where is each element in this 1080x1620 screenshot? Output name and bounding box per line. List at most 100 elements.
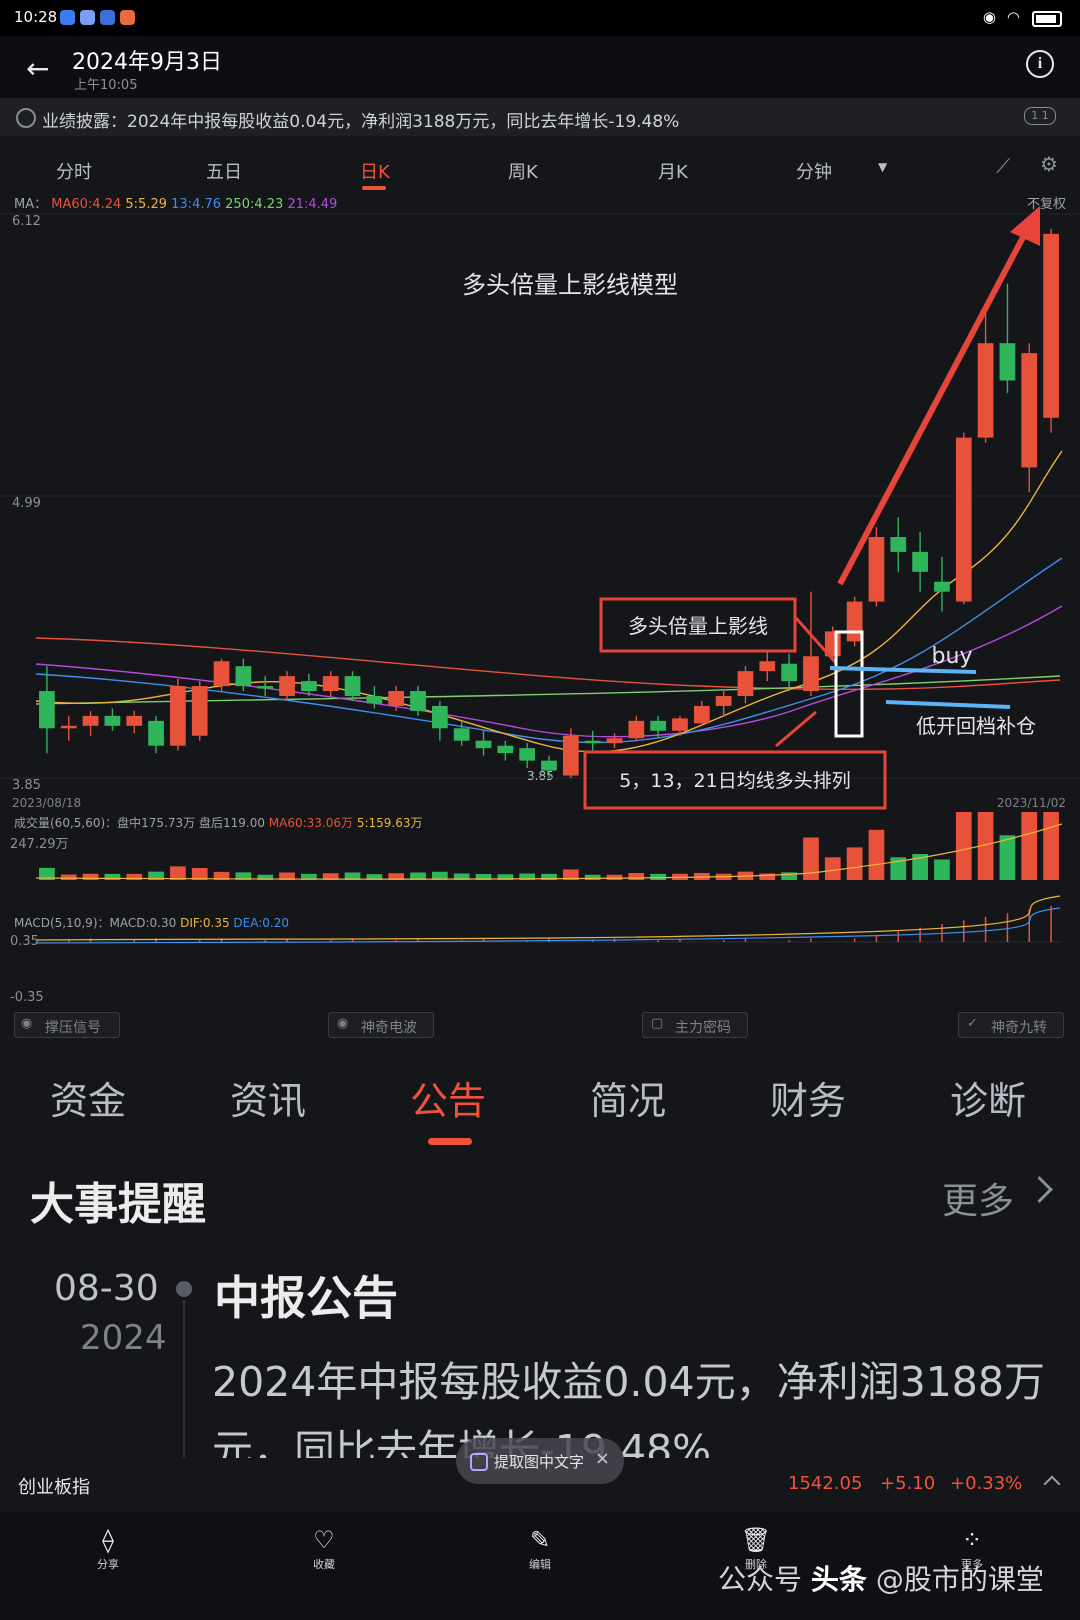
chevron-right-icon[interactable]	[1026, 1176, 1053, 1203]
signal-button-support[interactable]: ◉ 撑压信号	[14, 1012, 120, 1038]
annotation-box1-text: 多头倍量上影线	[628, 614, 768, 638]
candle-body	[693, 705, 710, 724]
share-button[interactable]: ⟠ 分享	[68, 1526, 148, 1572]
candle-body	[39, 691, 55, 729]
extract-text-label: 提取图中文字	[494, 1453, 585, 1471]
volume-bar	[170, 866, 186, 880]
candle-body	[999, 343, 1016, 381]
stock-detail-tabs: 资金 资讯 公告 简况 财务 诊断	[0, 1040, 1080, 1160]
watermark: 公众号 头条 @股市的课堂	[718, 1558, 1044, 1598]
annotation-box2-text: 5，13，21日均线多头排列	[619, 770, 850, 792]
candle-body	[235, 666, 252, 687]
candle-body	[257, 686, 274, 689]
volume-bar	[104, 873, 121, 880]
info-icon[interactable]: i	[1026, 50, 1054, 78]
candlestick-series	[39, 228, 1059, 778]
volume-bar	[606, 874, 623, 880]
battery-icon	[1032, 11, 1062, 27]
notice-pager: 1 1	[1024, 107, 1056, 125]
active-tab-indicator	[362, 186, 386, 190]
tab-intraday[interactable]: 分时	[56, 158, 92, 184]
tab-announcements[interactable]: 公告	[410, 1070, 486, 1125]
extract-text-button[interactable]: 提取图中文字 ×	[456, 1438, 624, 1484]
candle-body	[475, 740, 492, 749]
earnings-notice-bar[interactable]: 业绩披露：2024年中报每股收益0.04元，净利润3188万元，同比去年增长-1…	[0, 98, 1080, 136]
tab-minute[interactable]: 分钟	[796, 158, 832, 184]
tab-finance[interactable]: 财务	[770, 1070, 846, 1125]
back-arrow-icon[interactable]: ←	[26, 52, 49, 85]
ma60-line	[35, 637, 1061, 691]
index-change: +5.10	[880, 1473, 936, 1494]
candle-body	[322, 676, 339, 692]
tab-news[interactable]: 资讯	[230, 1070, 306, 1125]
settings-icon[interactable]: ⚙	[1040, 152, 1058, 176]
lock-icon: ▢	[651, 1016, 664, 1031]
tab-weekly-k[interactable]: 周K	[508, 158, 538, 184]
signal-button-main-force[interactable]: ▢ 主力密码	[642, 1012, 748, 1038]
tab-capital[interactable]: 资金	[50, 1070, 126, 1125]
signal-button-wave[interactable]: ◉ 神奇电波	[328, 1012, 434, 1038]
candle-body	[344, 676, 361, 697]
volume-bar	[955, 812, 972, 880]
kline-period-tabs: 分时 五日 日K 周K 月K 分钟 ▼ ⟋ ⚙	[0, 136, 1080, 196]
eye-icon: ◉	[982, 8, 996, 26]
edit-button[interactable]: ✎ 编辑	[500, 1526, 580, 1572]
more-icon: ⁘	[961, 1526, 983, 1554]
ma250-line	[35, 675, 1061, 705]
volume-bar	[824, 857, 841, 880]
signal-button-nine-turn[interactable]: ✓ 神奇九转	[958, 1012, 1064, 1038]
favorite-button[interactable]: ♡ 收藏	[284, 1526, 364, 1572]
macd-label: MACD(5,10,9)：MACD:0.30	[14, 916, 177, 930]
favorite-label: 收藏	[313, 1558, 335, 1571]
candle-body	[868, 536, 885, 602]
tab-five-day[interactable]: 五日	[206, 158, 242, 184]
candle-body	[497, 745, 514, 754]
tab-overview[interactable]: 简况	[590, 1070, 666, 1125]
candle-body	[453, 728, 470, 741]
candle-body	[170, 686, 186, 746]
event-title[interactable]: 中报公告	[214, 1262, 398, 1328]
timeline-dot	[176, 1281, 192, 1297]
volume-ma60: MA60:33.06万	[268, 816, 354, 830]
more-link[interactable]: 更多	[942, 1172, 1014, 1224]
candle-body	[148, 720, 164, 746]
edit-icon: ✎	[529, 1526, 551, 1554]
candle-body	[562, 735, 579, 776]
chevron-up-icon[interactable]	[1043, 1475, 1061, 1493]
candle-body	[912, 551, 928, 572]
signal-icon: ◉	[21, 1016, 33, 1031]
candle-body	[846, 601, 863, 642]
volume-bar	[650, 873, 667, 880]
event-year: 2024	[80, 1318, 167, 1358]
volume-bar	[60, 874, 77, 880]
ma13-line	[35, 557, 1063, 744]
event-date: 08-30	[54, 1268, 159, 1309]
macd-top-label: 0.35	[10, 934, 39, 949]
candle-body	[890, 536, 907, 552]
chart-indicator-icon[interactable]: ⟋	[996, 154, 1010, 178]
watermark-prefix: 公众号	[718, 1563, 803, 1596]
kline-chart[interactable]: 多头倍量上影线模型 多头倍量上影线 buy 低开回档补仓 5，13，21日均线多…	[0, 196, 1080, 1036]
chevron-down-icon[interactable]: ▼	[878, 160, 887, 174]
candle-body	[650, 720, 667, 731]
tab-monthly-k[interactable]: 月K	[658, 158, 688, 184]
signal-label: 主力密码	[675, 1020, 731, 1036]
index-value: 1542.05	[788, 1473, 863, 1494]
status-bar: 10:28 ◉ ◠	[0, 0, 1080, 36]
close-icon[interactable]: ×	[595, 1448, 610, 1469]
events-section-title: 大事提醒	[30, 1179, 206, 1230]
candle-body	[672, 718, 688, 731]
tab-diagnosis[interactable]: 诊断	[950, 1070, 1026, 1125]
share-label: 分享	[97, 1558, 119, 1571]
tab-daily-k[interactable]: 日K	[360, 158, 390, 184]
candle-body	[213, 661, 230, 687]
notification-app-icon	[80, 10, 95, 25]
header: ← 2024年9月3日 上午10:05 i	[0, 36, 1080, 98]
scan-text-icon	[470, 1453, 488, 1471]
candle-body	[955, 437, 972, 602]
watermark-handle: @股市的课堂	[875, 1563, 1044, 1596]
candle-body	[191, 686, 208, 736]
volume-bar	[846, 847, 863, 880]
candle-body	[781, 663, 797, 682]
status-time: 10:28	[14, 8, 58, 26]
